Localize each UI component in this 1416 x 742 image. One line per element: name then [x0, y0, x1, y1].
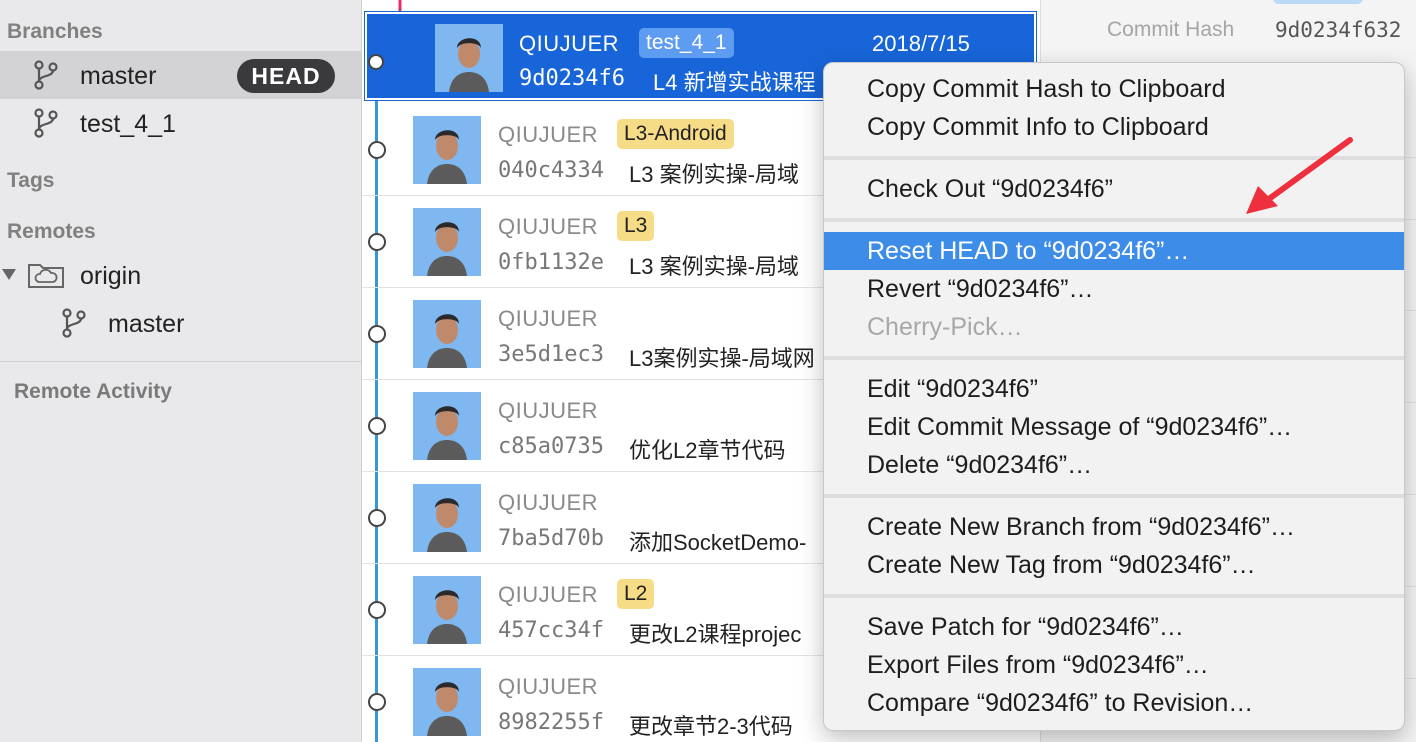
menu-item-export-files[interactable]: Export Files from “9d0234f6”…	[824, 646, 1404, 684]
sidebar: Branches master HEAD test_4_1 Tags Remot…	[0, 0, 362, 742]
commit-hash: 457cc34f	[498, 618, 604, 643]
avatar	[413, 116, 481, 184]
head-badge: HEAD	[237, 59, 335, 93]
commit-message: 更改章节2-3代码	[629, 714, 793, 739]
remotes-header: Remotes	[7, 220, 96, 243]
commit-message: 更改L2课程projec	[629, 622, 802, 647]
commit-tag: L3-Android	[617, 119, 734, 149]
avatar	[413, 208, 481, 276]
branch-label: test_4_1	[80, 110, 176, 138]
commit-author: QIUJUER	[519, 31, 620, 56]
graph-node	[368, 233, 386, 251]
remote-label: origin	[80, 262, 142, 290]
menu-separator	[824, 494, 1404, 498]
commit-message: 添加SocketDemo-	[629, 530, 807, 555]
sidebar-item-origin[interactable]: origin	[0, 251, 361, 299]
menu-item-reset-head[interactable]: Reset HEAD to “9d0234f6”…	[824, 232, 1404, 270]
sidebar-divider	[0, 361, 361, 362]
red-arrow-icon	[1246, 137, 1353, 214]
commit-author: QIUJUER	[498, 306, 599, 331]
commit-message: L4 新增实战课程	[653, 70, 816, 95]
commit-hash-label: Commit Hash	[1107, 18, 1235, 41]
menu-item-save-patch[interactable]: Save Patch for “9d0234f6”…	[824, 608, 1404, 646]
commit-author: QIUJUER	[498, 674, 599, 699]
remote-branch-label: master	[108, 310, 185, 338]
avatar	[413, 576, 481, 644]
details-tag-chip	[1273, 0, 1363, 4]
avatar	[413, 300, 481, 368]
commit-hash: 8982255f	[498, 710, 604, 735]
commit-hash: 040c4334	[498, 158, 604, 183]
sidebar-item-master[interactable]: master HEAD	[0, 51, 361, 99]
graph-node	[368, 509, 386, 527]
cloud-folder-icon	[28, 264, 64, 288]
avatar	[435, 24, 503, 92]
commit-tag: test_4_1	[639, 28, 734, 58]
commit-tag: L3	[617, 211, 655, 241]
graph-node	[368, 141, 386, 159]
commit-author: QIUJUER	[498, 122, 599, 147]
commit-hash: c85a0735	[498, 434, 604, 459]
branch-icon	[34, 108, 58, 138]
commit-date: 2018/7/15	[872, 31, 970, 56]
commit-tag: L2	[617, 579, 655, 609]
menu-item-revert[interactable]: Revert “9d0234f6”…	[824, 270, 1404, 308]
menu-separator	[824, 594, 1404, 598]
graph-node	[368, 325, 386, 343]
commit-hash-value: 9d0234f632	[1275, 18, 1402, 42]
graph-node	[368, 417, 386, 435]
menu-item-compare[interactable]: Compare “9d0234f6” to Revision…	[824, 684, 1404, 722]
commit-author: QIUJUER	[498, 582, 599, 607]
sidebar-item-test-4-1[interactable]: test_4_1	[0, 99, 361, 147]
branch-label: master	[80, 62, 157, 90]
commit-hash: 3e5d1ec3	[498, 342, 604, 367]
menu-item-cherry-pick: Cherry-Pick…	[867, 313, 1023, 341]
menu-item-edit[interactable]: Edit “9d0234f6”	[824, 370, 1404, 408]
commit-message: L3 案例实操-局域	[629, 254, 799, 279]
menu-item-create-new-tag[interactable]: Create New Tag from “9d0234f6”…	[824, 546, 1404, 584]
branches-header: Branches	[7, 20, 103, 43]
menu-item-copy-commit-hash[interactable]: Copy Commit Hash to Clipboard	[824, 70, 1404, 108]
branch-icon	[34, 60, 58, 90]
menu-separator	[824, 356, 1404, 360]
remote-activity-header: Remote Activity	[14, 380, 172, 403]
commit-author: QIUJUER	[498, 398, 599, 423]
branch-icon	[62, 308, 86, 338]
avatar	[413, 668, 481, 736]
avatar	[413, 484, 481, 552]
graph-node	[368, 693, 386, 711]
menu-item-create-new-branch[interactable]: Create New Branch from “9d0234f6”…	[824, 508, 1404, 546]
commit-author: QIUJUER	[498, 490, 599, 515]
disclosure-triangle-icon[interactable]	[2, 269, 16, 280]
menu-item-edit-commit-message[interactable]: Edit Commit Message of “9d0234f6”…	[824, 408, 1404, 446]
sidebar-item-origin-master[interactable]: master	[0, 299, 361, 347]
graph-node	[368, 601, 386, 619]
commit-message: L3案例实操-局域网	[629, 346, 815, 371]
commit-message: L3 案例实操-局域	[629, 162, 799, 187]
graph-node	[368, 54, 384, 70]
menu-item-delete[interactable]: Delete “9d0234f6”…	[824, 446, 1404, 484]
commit-message: 优化L2章节代码	[629, 438, 786, 463]
commit-hash: 7ba5d70b	[498, 526, 604, 551]
commit-hash: 0fb1132e	[498, 250, 604, 275]
avatar	[413, 392, 481, 460]
commit-author: QIUJUER	[498, 214, 599, 239]
commit-hash: 9d0234f6	[519, 66, 625, 91]
tags-header: Tags	[7, 169, 55, 192]
